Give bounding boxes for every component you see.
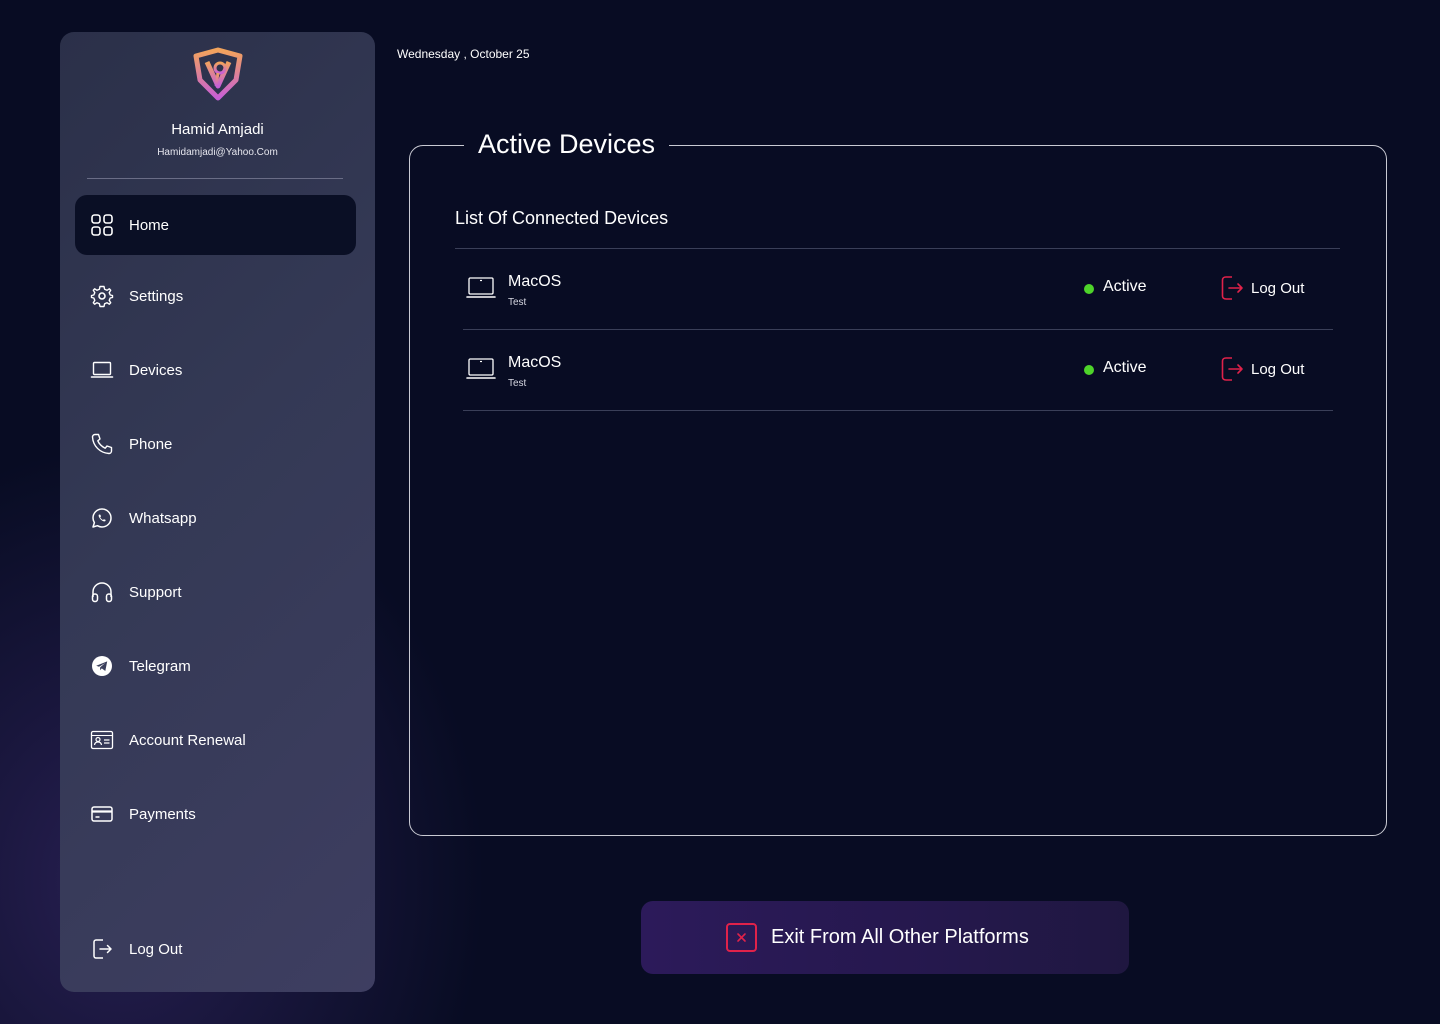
- user-email: Hamidamjadi@Yahoo.Com: [157, 147, 278, 158]
- logout-icon: [93, 939, 112, 959]
- page-title: Active Devices: [478, 128, 656, 159]
- device-logout-button[interactable]: Log Out: [1220, 275, 1320, 301]
- phone-icon: [91, 433, 113, 455]
- sidebar-item-support[interactable]: Support: [75, 562, 356, 622]
- user-name: Hamid Amjadi: [171, 121, 264, 138]
- device-row: MacOS Test Active Log Out: [463, 330, 1333, 411]
- sidebar-item-label: Home: [129, 216, 170, 234]
- sidebar-item-whatsapp[interactable]: Whatsapp: [75, 488, 356, 548]
- device-status: Active: [1103, 359, 1147, 376]
- grid-icon: [91, 214, 113, 236]
- current-date: Wednesday , October 25: [397, 47, 530, 61]
- device-logout-label: Log Out: [1251, 280, 1305, 297]
- panel-title-wrap: Active Devices: [464, 124, 670, 164]
- sidebar-item-label: Devices: [129, 361, 183, 379]
- logout-icon: [1221, 276, 1243, 300]
- device-subtitle: Test: [508, 297, 527, 308]
- sidebar-item-home[interactable]: Home: [75, 195, 356, 255]
- id-card-icon: [90, 730, 114, 750]
- sidebar-item-phone[interactable]: Phone: [75, 414, 356, 474]
- sidebar-item-label: Payments: [129, 805, 196, 823]
- sidebar-item-devices[interactable]: Devices: [75, 340, 356, 400]
- sidebar-item-label: Support: [129, 583, 182, 601]
- sidebar-item-label: Whatsapp: [129, 509, 197, 527]
- exit-all-platforms-button[interactable]: Exit From All Other Platforms: [641, 901, 1129, 974]
- telegram-icon: [92, 656, 112, 676]
- device-logout-label: Log Out: [1251, 361, 1305, 378]
- status-dot: [1084, 284, 1094, 294]
- laptop-icon: [90, 361, 114, 378]
- device-subtitle: Test: [508, 378, 527, 389]
- laptop-icon: [466, 277, 496, 298]
- close-box-icon: [726, 923, 757, 952]
- row-divider: [463, 410, 1333, 411]
- shield-logo-icon: [193, 47, 243, 101]
- whatsapp-icon: [92, 508, 112, 528]
- sidebar-logout-label: Log Out: [129, 940, 183, 958]
- device-name: MacOS: [508, 354, 562, 371]
- sidebar-item-telegram[interactable]: Telegram: [75, 636, 356, 696]
- sidebar-item-label: Account Renewal: [129, 731, 246, 749]
- credit-card-icon: [91, 806, 113, 822]
- sidebar-item-label: Telegram: [129, 657, 191, 675]
- device-status: Active: [1103, 278, 1147, 295]
- sidebar-item-label: Settings: [129, 287, 184, 305]
- headphones-icon: [91, 582, 113, 603]
- sidebar-item-label: Phone: [129, 435, 173, 453]
- sidebar-item-settings[interactable]: Settings: [75, 266, 356, 326]
- sidebar-item-account-renewal[interactable]: Account Renewal: [75, 710, 356, 770]
- list-title: List Of Connected Devices: [455, 208, 669, 228]
- sidebar-divider: [87, 178, 343, 179]
- device-name: MacOS: [508, 273, 562, 290]
- laptop-icon: [466, 358, 496, 379]
- sidebar-item-payments[interactable]: Payments: [75, 784, 356, 844]
- gear-icon: [90, 285, 114, 308]
- device-logout-button[interactable]: Log Out: [1220, 356, 1320, 382]
- sidebar-logout-button[interactable]: Log Out: [75, 919, 356, 979]
- status-dot: [1084, 365, 1094, 375]
- logout-icon: [1221, 357, 1243, 381]
- exit-all-label: Exit From All Other Platforms: [771, 926, 1029, 948]
- device-row: MacOS Test Active Log Out: [463, 249, 1333, 330]
